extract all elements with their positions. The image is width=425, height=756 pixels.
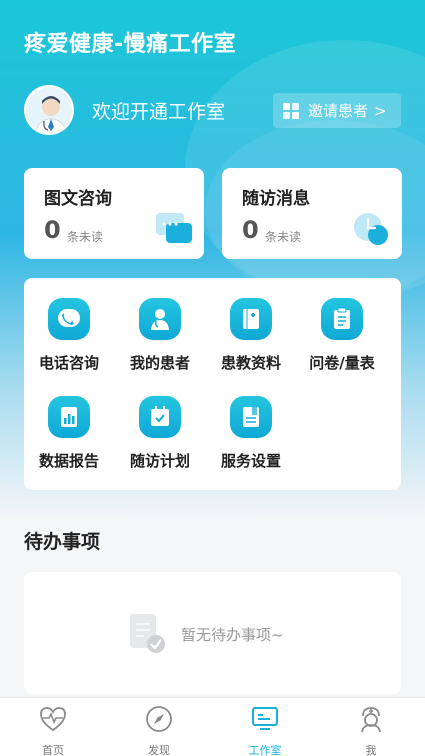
patients-icon <box>139 298 181 340</box>
card-followup-messages[interactable]: 随访消息 0 条未读 <box>222 168 402 259</box>
workstation-icon <box>252 707 278 730</box>
card-title: 随访消息 <box>242 189 310 209</box>
menu-item-questionnaire[interactable]: 问卷/量表 <box>297 298 387 373</box>
menu-item-label: 患教资料 <box>220 354 281 372</box>
menu-item-my-patients[interactable]: 我的患者 <box>115 298 205 373</box>
chat-bubble-icon <box>156 213 192 243</box>
qr-grid-icon <box>283 102 299 119</box>
tab-home[interactable]: 首页 <box>18 704 88 756</box>
todo-list: 暂无待办事项~ <box>24 572 401 694</box>
card-title: 图文咨询 <box>44 189 112 209</box>
clipboard-icon <box>321 298 363 340</box>
menu-item-followup-plan[interactable]: 随访计划 <box>115 396 205 471</box>
book-icon <box>230 298 272 340</box>
avatar[interactable] <box>24 85 74 135</box>
empty-document-icon <box>130 614 165 653</box>
nurse-icon <box>361 707 381 733</box>
menu-item-label: 问卷/量表 <box>309 354 375 372</box>
page-title: 疼爱健康-慢痛工作室 <box>24 32 237 57</box>
unread-label: 条未读 <box>265 230 302 244</box>
chevron-right-icon: > <box>374 101 387 120</box>
card-image-text-consult[interactable]: 图文咨询 0 条未读 <box>24 168 204 259</box>
tab-discover[interactable]: 发现 <box>124 704 194 756</box>
document-settings-icon <box>230 396 272 438</box>
compass-icon <box>146 706 172 732</box>
menu-item-phone-consult[interactable]: 电话咨询 <box>24 298 114 373</box>
todo-section-title: 待办事项 <box>24 531 101 553</box>
unread-count: 0 <box>242 216 259 244</box>
feature-grid: 电话咨询 我的患者 患教资料 问卷/量表 数据报告 随访计划 服务设置 <box>24 278 401 490</box>
menu-item-patient-education[interactable]: 患教资料 <box>206 298 296 373</box>
menu-item-label: 电话咨询 <box>38 354 99 372</box>
calendar-icon <box>139 396 181 438</box>
unread-label: 条未读 <box>67 230 104 244</box>
tab-label: 我 <box>365 744 377 756</box>
unread-count: 0 <box>44 216 61 244</box>
clock-icon <box>354 213 388 245</box>
phone-icon <box>48 298 90 340</box>
empty-state-text: 暂无待办事项~ <box>181 626 284 644</box>
tab-label: 发现 <box>148 744 170 756</box>
welcome-text: 欢迎开通工作室 <box>92 101 226 123</box>
menu-item-data-report[interactable]: 数据报告 <box>24 396 114 471</box>
invite-label: 邀请患者 <box>308 102 369 120</box>
invite-patient-button[interactable]: 邀请患者 > <box>273 93 401 128</box>
menu-item-label: 我的患者 <box>129 354 190 372</box>
menu-item-service-settings[interactable]: 服务设置 <box>206 396 296 471</box>
tab-label: 工作室 <box>248 744 282 756</box>
bottom-tab-bar: 首页 发现 工作室 我 <box>0 697 425 756</box>
menu-item-label: 服务设置 <box>220 452 281 470</box>
menu-item-label: 随访计划 <box>129 452 190 470</box>
tab-label: 首页 <box>42 744 64 756</box>
tab-workstation[interactable]: 工作室 <box>230 704 300 756</box>
menu-item-label: 数据报告 <box>38 452 99 470</box>
heartbeat-icon <box>40 707 66 732</box>
tab-me[interactable]: 我 <box>336 704 406 756</box>
report-chart-icon <box>48 396 90 438</box>
